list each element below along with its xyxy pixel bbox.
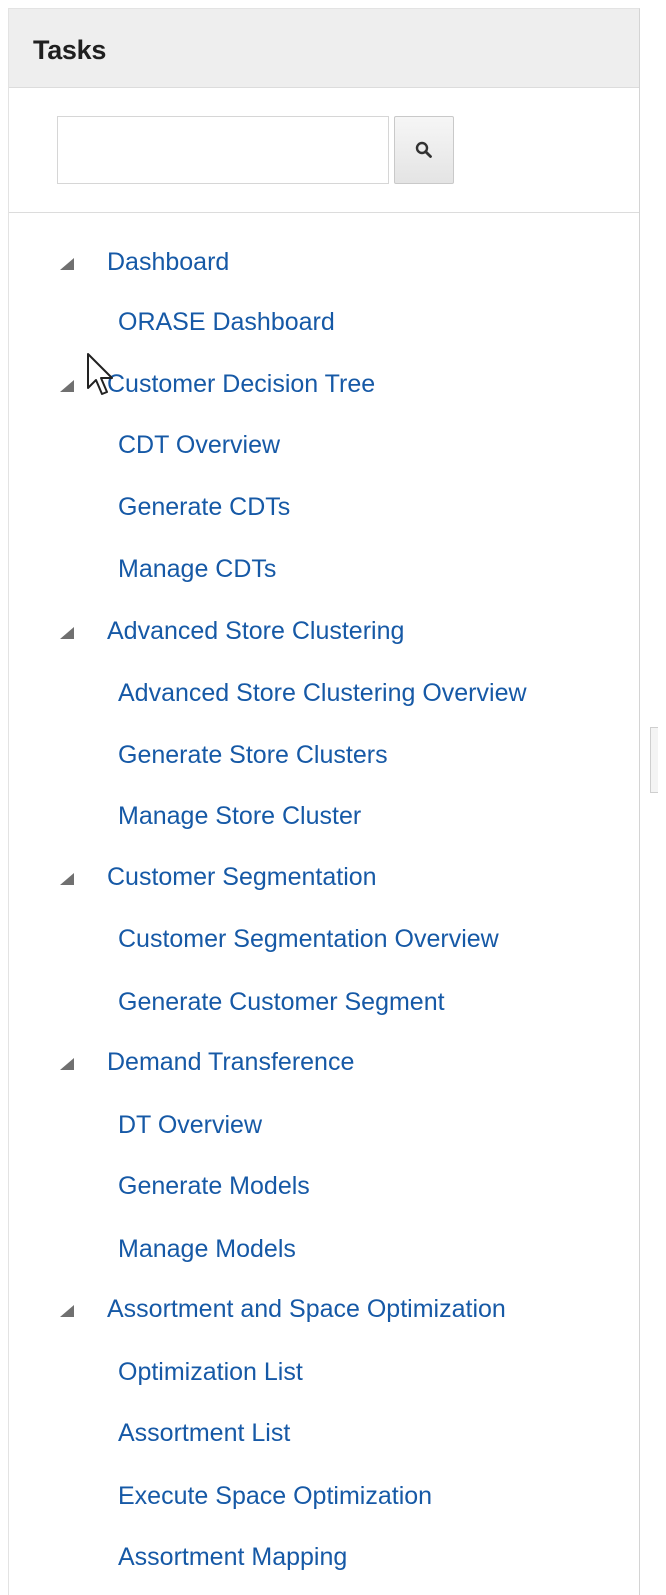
tree-item-label[interactable]: Assortment Mapping xyxy=(118,1543,347,1572)
expanded-triangle-icon[interactable] xyxy=(60,380,74,392)
tree-item-label[interactable]: Generate Customer Segment xyxy=(118,988,445,1017)
tree-group-label[interactable]: Customer Decision Tree xyxy=(107,370,375,399)
tree-item-label[interactable]: DT Overview xyxy=(118,1111,262,1140)
tree-item-assortment-mapping[interactable]: Assortment Mapping xyxy=(9,1539,639,1579)
expanded-triangle-icon[interactable] xyxy=(60,258,74,270)
panel-splitter-handle[interactable] xyxy=(650,727,658,793)
tree-item-label[interactable]: ORASE Dashboard xyxy=(118,308,335,337)
tree-item-optimization-list[interactable]: Optimization List xyxy=(9,1354,639,1394)
tree-item-label[interactable]: CDT Overview xyxy=(118,431,280,460)
tree-group-assortment-and-space-optimization[interactable]: Assortment and Space Optimization xyxy=(9,1291,639,1331)
tree-item-customer-segmentation-overview[interactable]: Customer Segmentation Overview xyxy=(9,921,639,961)
tree-item-label[interactable]: Optimization List xyxy=(118,1358,303,1387)
tree-item-dt-overview[interactable]: DT Overview xyxy=(9,1107,639,1147)
expanded-triangle-icon[interactable] xyxy=(60,1305,74,1317)
search-button[interactable] xyxy=(394,116,454,184)
tree-item-cdt-overview[interactable]: CDT Overview xyxy=(9,427,639,467)
tree-group-customer-segmentation[interactable]: Customer Segmentation xyxy=(9,859,639,899)
expanded-triangle-icon[interactable] xyxy=(60,1058,74,1070)
tree-item-label[interactable]: Generate CDTs xyxy=(118,493,290,522)
tasks-panel-header: Tasks xyxy=(9,9,639,88)
tree-item-label[interactable]: Assortment List xyxy=(118,1419,290,1448)
tasks-panel: Tasks Dashboard ORASE Dashboard Customer… xyxy=(8,8,640,1595)
tree-item-manage-store-cluster[interactable]: Manage Store Cluster xyxy=(9,798,639,838)
tree-item-label[interactable]: Manage CDTs xyxy=(118,555,276,584)
tree-item-assortment-list[interactable]: Assortment List xyxy=(9,1415,639,1455)
expanded-triangle-icon[interactable] xyxy=(60,873,74,885)
tree-item-manage-cdts[interactable]: Manage CDTs xyxy=(9,551,639,591)
tree-item-generate-customer-segment[interactable]: Generate Customer Segment xyxy=(9,984,639,1024)
tree-item-label[interactable]: Execute Space Optimization xyxy=(118,1482,432,1511)
search-input[interactable] xyxy=(57,116,389,184)
tree-group-label[interactable]: Customer Segmentation xyxy=(107,863,377,892)
tree-item-generate-store-clusters[interactable]: Generate Store Clusters xyxy=(9,737,639,777)
tree-item-execute-space-optimization[interactable]: Execute Space Optimization xyxy=(9,1478,639,1518)
expanded-triangle-icon[interactable] xyxy=(60,627,74,639)
tree-item-advanced-store-clustering-overview[interactable]: Advanced Store Clustering Overview xyxy=(9,675,639,715)
tree-group-demand-transference[interactable]: Demand Transference xyxy=(9,1044,639,1084)
search-row xyxy=(9,88,639,213)
tree-item-label[interactable]: Generate Store Clusters xyxy=(118,741,388,770)
tree-group-advanced-store-clustering[interactable]: Advanced Store Clustering xyxy=(9,613,639,653)
mouse-pointer-icon xyxy=(87,353,113,395)
tree-group-label[interactable]: Assortment and Space Optimization xyxy=(107,1295,506,1324)
tree-item-orase-dashboard[interactable]: ORASE Dashboard xyxy=(9,304,639,344)
tree-item-label[interactable]: Generate Models xyxy=(118,1172,310,1201)
tree-item-label[interactable]: Customer Segmentation Overview xyxy=(118,925,499,954)
search-icon xyxy=(415,141,432,158)
tree-group-label[interactable]: Dashboard xyxy=(107,248,229,277)
tree-item-generate-cdts[interactable]: Generate CDTs xyxy=(9,489,639,529)
tree-item-label[interactable]: Manage Store Cluster xyxy=(118,802,361,831)
tree-item-manage-models[interactable]: Manage Models xyxy=(9,1231,639,1271)
tree-item-generate-models[interactable]: Generate Models xyxy=(9,1168,639,1208)
tree-item-label[interactable]: Manage Models xyxy=(118,1235,296,1264)
panel-title: Tasks xyxy=(33,35,107,65)
tree-group-label[interactable]: Advanced Store Clustering xyxy=(107,617,404,646)
tree-group-label[interactable]: Demand Transference xyxy=(107,1048,354,1077)
tree-group-dashboard[interactable]: Dashboard xyxy=(9,244,639,284)
tree-item-label[interactable]: Advanced Store Clustering Overview xyxy=(118,679,527,708)
